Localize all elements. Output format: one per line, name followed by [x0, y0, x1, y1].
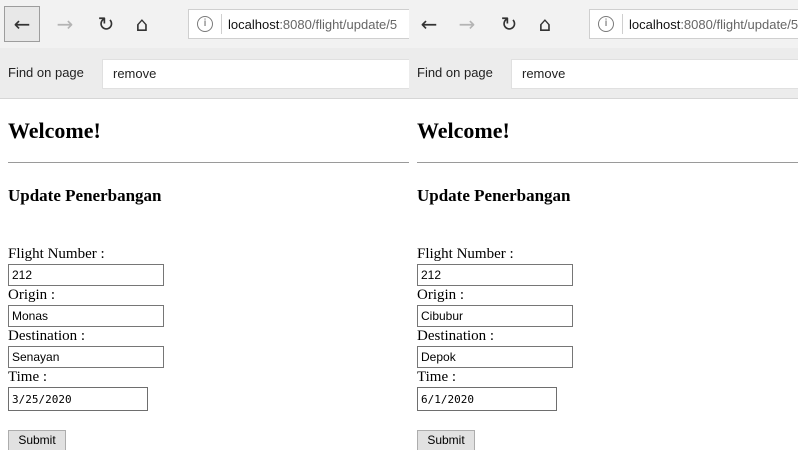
origin-label: Origin :	[417, 287, 465, 303]
flight-number-input[interactable]: 212	[8, 264, 164, 286]
flight-number-input[interactable]: 212	[417, 264, 573, 286]
url-host: localhost	[629, 16, 681, 32]
find-on-page-bar: Find on page remove	[0, 48, 409, 99]
submit-button[interactable]: Submit	[8, 430, 66, 450]
find-input[interactable]: remove	[511, 59, 798, 89]
destination-label: Destination :	[8, 328, 86, 344]
address-separator	[622, 14, 623, 34]
info-icon[interactable]: i	[197, 16, 213, 32]
forward-arrow-icon[interactable]: →	[453, 10, 481, 38]
form-title: Update Penerbangan	[8, 186, 162, 205]
form-title: Update Penerbangan	[417, 186, 571, 205]
find-input[interactable]: remove	[102, 59, 409, 89]
home-icon[interactable]: ⌂	[531, 10, 559, 38]
origin-input[interactable]: Cibubur	[417, 305, 573, 327]
time-label: Time :	[417, 369, 457, 385]
origin-input[interactable]: Monas	[8, 305, 164, 327]
find-label: Find on page	[417, 65, 493, 80]
address-separator	[221, 14, 222, 34]
flight-number-label: Flight Number :	[8, 246, 105, 262]
url-path: :8080/flight/update/5	[680, 16, 798, 32]
browser-toolbar: ← → ↻ ⌂ i localhost:8080/flight/update/5	[409, 0, 798, 49]
horizontal-rule	[417, 162, 798, 163]
browser-window-left: ← → ↻ ⌂ i localhost:8080/flight/update/5…	[0, 0, 409, 450]
page-title: Welcome!	[417, 118, 510, 143]
horizontal-rule	[8, 162, 409, 163]
time-input[interactable]: 6/1/2020	[417, 387, 557, 411]
destination-input[interactable]: Depok	[417, 346, 573, 368]
info-icon[interactable]: i	[598, 16, 614, 32]
browser-window-right: ← → ↻ ⌂ i localhost:8080/flight/update/5…	[409, 0, 798, 450]
page-title: Welcome!	[8, 118, 101, 143]
time-label: Time :	[8, 369, 48, 385]
refresh-icon[interactable]: ↻	[92, 10, 120, 38]
find-on-page-bar: Find on page remove	[409, 48, 798, 99]
browser-toolbar: ← → ↻ ⌂ i localhost:8080/flight/update/5	[0, 0, 409, 49]
destination-label: Destination :	[417, 328, 495, 344]
home-icon[interactable]: ⌂	[128, 10, 156, 38]
forward-arrow-icon[interactable]: →	[51, 10, 79, 38]
refresh-icon[interactable]: ↻	[495, 10, 523, 38]
flight-number-label: Flight Number :	[417, 246, 514, 262]
back-arrow-icon[interactable]: ←	[8, 10, 36, 38]
destination-input[interactable]: Senayan	[8, 346, 164, 368]
time-input[interactable]: 3/25/2020	[8, 387, 148, 411]
submit-button[interactable]: Submit	[417, 430, 475, 450]
url-path: :8080/flight/update/5	[279, 16, 398, 32]
find-label: Find on page	[8, 65, 84, 80]
address-bar[interactable]: i localhost:8080/flight/update/5	[589, 9, 798, 39]
url-host: localhost	[228, 16, 280, 32]
back-arrow-icon[interactable]: ←	[415, 10, 443, 38]
address-bar[interactable]: i localhost:8080/flight/update/5	[188, 9, 409, 39]
origin-label: Origin :	[8, 287, 56, 303]
